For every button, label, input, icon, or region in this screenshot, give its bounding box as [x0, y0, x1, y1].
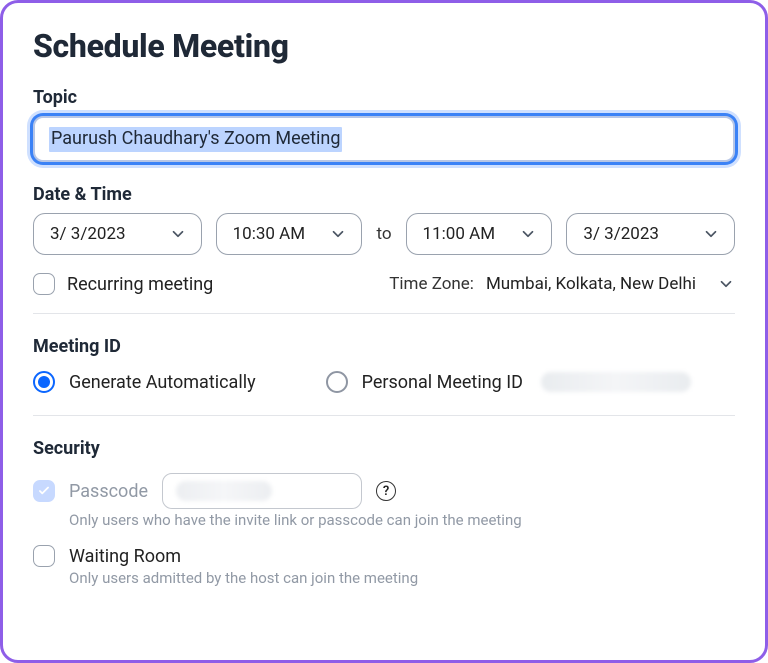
- passcode-input-wrap: [162, 473, 362, 509]
- chevron-down-icon: [519, 225, 537, 243]
- recurring-checkbox[interactable]: Recurring meeting: [33, 273, 213, 295]
- radio-on-icon: [33, 371, 55, 393]
- waiting-room-label: Waiting Room: [69, 546, 181, 567]
- waiting-room-row: Waiting Room: [33, 545, 735, 567]
- start-date-picker[interactable]: 3/ 3/2023: [33, 213, 202, 255]
- passcode-label: Passcode: [69, 481, 148, 502]
- schedule-meeting-dialog: Schedule Meeting Topic Paurush Chaudhary…: [0, 0, 768, 663]
- topic-label: Topic: [33, 87, 735, 108]
- chevron-down-icon: [717, 275, 735, 293]
- radio-personal-label: Personal Meeting ID: [362, 372, 523, 393]
- radio-auto-label: Generate Automatically: [69, 372, 256, 393]
- chevron-down-icon: [329, 225, 347, 243]
- to-label: to: [376, 224, 391, 244]
- waiting-room-hint: Only users admitted by the host can join…: [69, 569, 735, 587]
- start-date-value: 3/ 3/2023: [50, 224, 126, 244]
- redacted-passcode: [176, 481, 272, 501]
- timezone-value: Mumbai, Kolkata, New Delhi: [486, 274, 696, 294]
- radio-off-icon: [326, 371, 348, 393]
- timezone-select[interactable]: Time Zone: Mumbai, Kolkata, New Delhi: [389, 274, 735, 294]
- checkbox-box-icon: [33, 273, 55, 295]
- end-time-value: 11:00 AM: [423, 224, 495, 244]
- topic-field-wrap: Paurush Chaudhary's Zoom Meeting: [33, 116, 735, 162]
- security-label: Security: [33, 438, 735, 459]
- recurring-label: Recurring meeting: [67, 274, 213, 295]
- recurring-timezone-row: Recurring meeting Time Zone: Mumbai, Kol…: [33, 273, 735, 295]
- passcode-checkbox[interactable]: [33, 480, 55, 502]
- datetime-row: 3/ 3/2023 10:30 AM to 11:00 AM 3/ 3/2023: [33, 213, 735, 255]
- help-icon[interactable]: ?: [376, 481, 396, 501]
- end-date-value: 3/ 3/2023: [583, 224, 659, 244]
- end-date-picker[interactable]: 3/ 3/2023: [566, 213, 735, 255]
- meeting-id-row: Generate Automatically Personal Meeting …: [33, 371, 735, 393]
- radio-generate-automatically[interactable]: Generate Automatically: [33, 371, 256, 393]
- datetime-label: Date & Time: [33, 184, 735, 205]
- chevron-down-icon: [702, 225, 720, 243]
- end-time-picker[interactable]: 11:00 AM: [406, 213, 553, 255]
- timezone-label: Time Zone:: [389, 274, 474, 294]
- start-time-value: 10:30 AM: [233, 224, 305, 244]
- start-time-picker[interactable]: 10:30 AM: [216, 213, 363, 255]
- divider: [33, 415, 735, 416]
- chevron-down-icon: [169, 225, 187, 243]
- waiting-room-checkbox[interactable]: Waiting Room: [33, 545, 181, 567]
- passcode-row: Passcode ?: [33, 473, 735, 509]
- meeting-id-label: Meeting ID: [33, 336, 735, 357]
- passcode-hint: Only users who have the invite link or p…: [69, 511, 735, 529]
- checkbox-box-icon: [33, 545, 55, 567]
- topic-input[interactable]: [33, 116, 735, 162]
- page-title: Schedule Meeting: [33, 27, 735, 65]
- radio-personal-meeting-id[interactable]: Personal Meeting ID: [326, 371, 691, 393]
- redacted-personal-id: [541, 372, 691, 392]
- divider: [33, 313, 735, 314]
